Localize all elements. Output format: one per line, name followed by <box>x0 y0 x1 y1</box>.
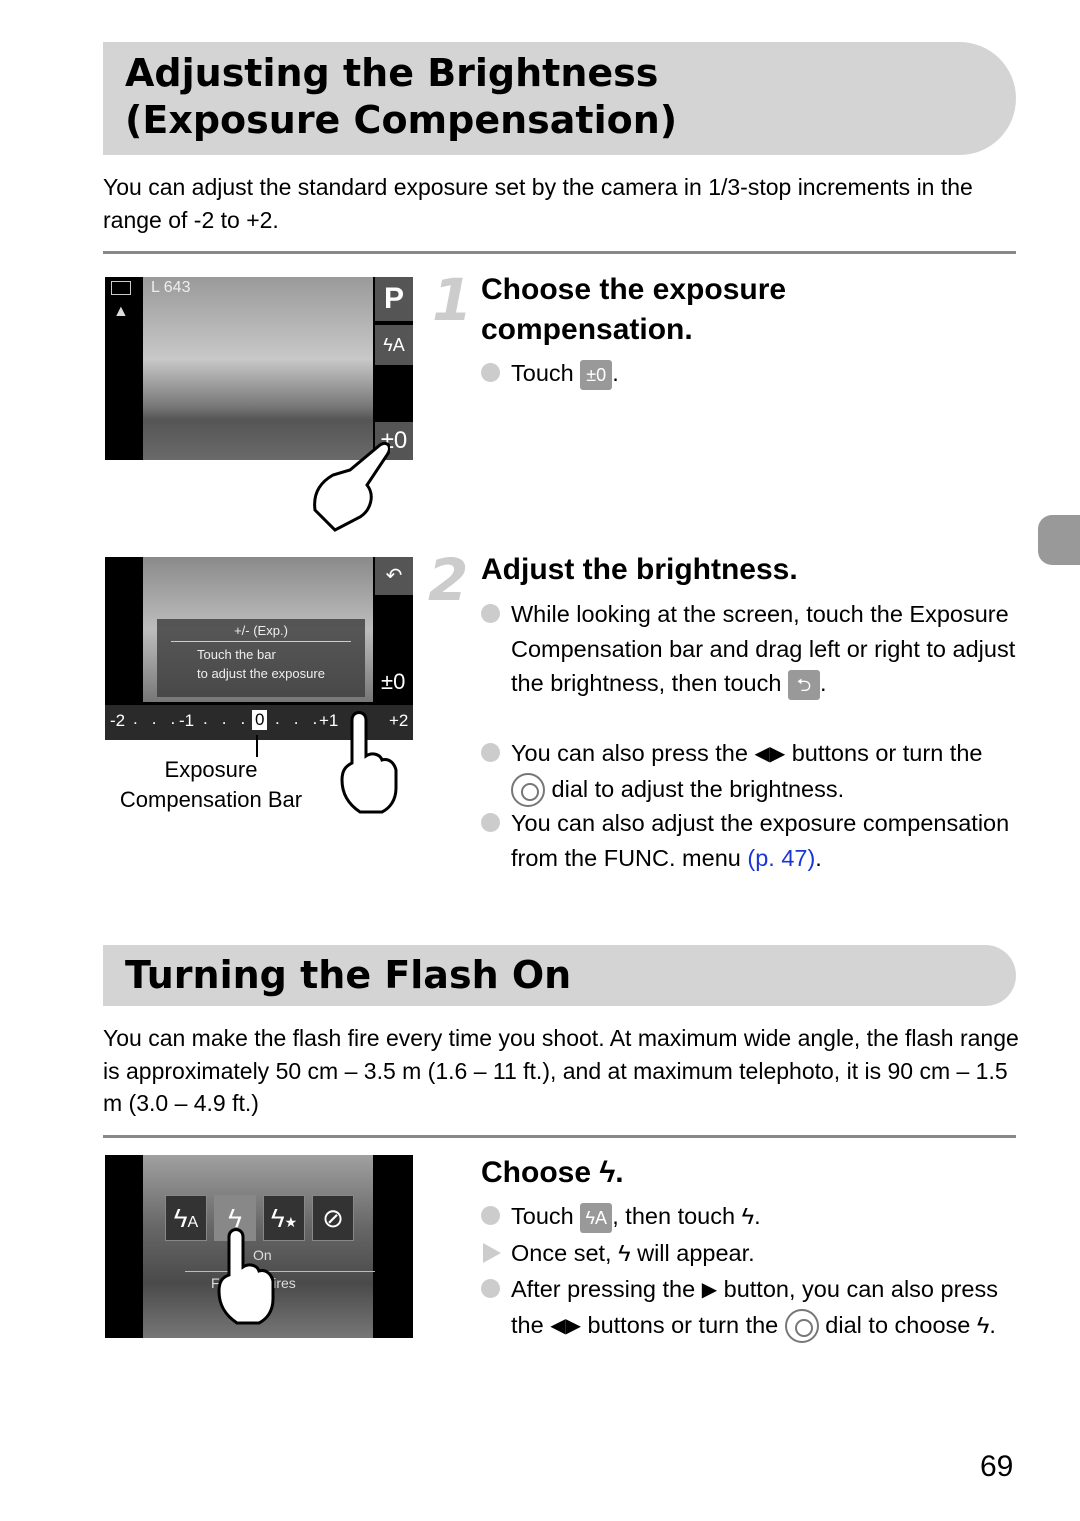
bullet-dot <box>481 813 500 832</box>
shot-counter: 643 <box>163 279 191 296</box>
battery-icon <box>111 281 131 295</box>
bullet-dot <box>481 1279 500 1298</box>
bullet: Once set, ϟ will appear. <box>481 1236 1021 1271</box>
lock-icon: ▲ <box>113 303 129 320</box>
bullet: While looking at the screen, touch the E… <box>481 597 1021 701</box>
bullet-text: . <box>754 1203 761 1229</box>
camera-screen-step1: ▲ L 643 P ϟA ±0 <box>105 277 413 460</box>
section-title-flash: Turning the Flash On <box>103 945 1016 1006</box>
callout-caption: Exposure Compensation Bar <box>105 755 317 815</box>
title-line: (Exposure Compensation) <box>125 98 678 142</box>
bullet-text: to choose <box>868 1311 971 1338</box>
back-button[interactable]: ↶ <box>375 557 413 595</box>
exposure-value: ±0 <box>381 669 406 694</box>
exposure-icon: ±0 <box>580 359 613 390</box>
popup-title: +/- (Exp.) <box>171 623 351 642</box>
photo-skyline <box>143 277 373 460</box>
step-heading: Choose the exposure compensation. <box>481 270 786 350</box>
bullet-text: , then touch <box>612 1203 736 1229</box>
bullet-text: Once set, <box>511 1240 612 1266</box>
bullet-text: . <box>612 360 619 386</box>
bullet-text: You can also press the <box>511 740 748 766</box>
step-number: 1 <box>432 266 473 334</box>
help-popup: +/- (Exp.) Touch the bar to adjust the e… <box>157 619 365 697</box>
heading-text: . <box>615 1156 624 1189</box>
hand-pointer-icon <box>340 711 398 814</box>
result-arrow-icon <box>483 1243 501 1263</box>
back-icon: ⮌ <box>787 669 820 700</box>
bullet-text: While looking at the screen, touch the E… <box>511 601 1016 696</box>
bullet: You can also press the ◀▶ buttons or tur… <box>481 736 1021 808</box>
bullet-text: After pressing the <box>511 1276 696 1302</box>
page-link[interactable]: (p. 47) <box>747 845 815 871</box>
hand-pointer-icon <box>217 1228 275 1325</box>
bullet-dot <box>481 1206 500 1225</box>
bullet-text: buttons or turn the <box>791 740 983 766</box>
bullet-text: Touch <box>511 360 574 386</box>
bullet: Touch ϟA, then touch ϟ. <box>481 1199 1021 1234</box>
scale-label: -2 <box>110 711 126 730</box>
heading-line: compensation. <box>481 313 693 346</box>
step-heading: Choose ϟ. <box>481 1153 624 1193</box>
bullet-text: . <box>989 1311 996 1338</box>
popup-text: to adjust the exposure <box>197 666 325 681</box>
caption-line: Compensation Bar <box>119 787 303 812</box>
bullet: After pressing the ▶ button, you can als… <box>481 1272 1021 1344</box>
left-right-arrows-icon: ◀▶ <box>754 743 786 765</box>
bullet-text: dial to adjust the brightness. <box>551 775 845 802</box>
control-dial-icon <box>784 1309 819 1344</box>
bullet-dot <box>481 604 500 623</box>
step-number: 2 <box>428 546 469 614</box>
bullet-text: . <box>819 670 827 696</box>
title-line: Adjusting the Brightness <box>125 51 659 95</box>
bullet-dot <box>481 743 500 762</box>
flash-auto-option[interactable]: ϟA <box>165 1195 207 1241</box>
flash-button[interactable]: ϟA <box>375 325 413 365</box>
section-title-exposure: Adjusting the Brightness (Exposure Compe… <box>103 42 1016 155</box>
caption-line: Exposure <box>164 757 258 782</box>
flash-auto-icon: ϟA <box>580 1202 613 1233</box>
bullet: You can also adjust the exposure compens… <box>481 806 1021 875</box>
bullet-text: buttons or turn the <box>587 1311 779 1338</box>
flash-on-icon: ϟ <box>976 1311 990 1338</box>
intro-text: You can adjust the standard exposure set… <box>103 174 973 233</box>
manual-page: Adjusting the Brightness (Exposure Compe… <box>0 0 1080 1521</box>
page-number: 69 <box>980 1450 1014 1483</box>
bullet-text: will appear. <box>637 1240 755 1266</box>
bullet-text: dial <box>825 1311 862 1338</box>
control-dial-icon <box>511 773 545 808</box>
flash-on-icon: ϟ <box>599 1156 616 1189</box>
divider <box>103 1135 1016 1138</box>
popup-text: Touch the bar <box>197 647 276 662</box>
bullet: Touch ±0. <box>481 356 1021 391</box>
flash-on-icon: ϟ <box>741 1203 755 1229</box>
bullet-text: . <box>815 844 822 871</box>
intro-text: You can make the flash fire every time y… <box>103 1025 1019 1116</box>
left-right-arrows-icon: ◀▶ <box>550 1314 581 1337</box>
hand-pointer-icon <box>313 441 390 532</box>
flash-on-icon: ϟ <box>618 1240 631 1266</box>
step-heading: Adjust the brightness. <box>481 553 798 586</box>
flash-off-option[interactable]: ⊘ <box>312 1195 354 1241</box>
chapter-tab <box>1038 515 1080 565</box>
bullet-dot <box>481 363 500 382</box>
image-quality: L 643 <box>151 279 191 296</box>
callout-line <box>256 735 258 757</box>
right-arrow-icon: ▶ <box>701 1279 718 1301</box>
heading-line: Choose the exposure <box>481 273 787 306</box>
mode-button[interactable]: P <box>375 277 413 321</box>
bullet-text: Touch <box>511 1203 574 1229</box>
heading-text: Choose <box>481 1156 592 1189</box>
divider <box>103 251 1016 254</box>
